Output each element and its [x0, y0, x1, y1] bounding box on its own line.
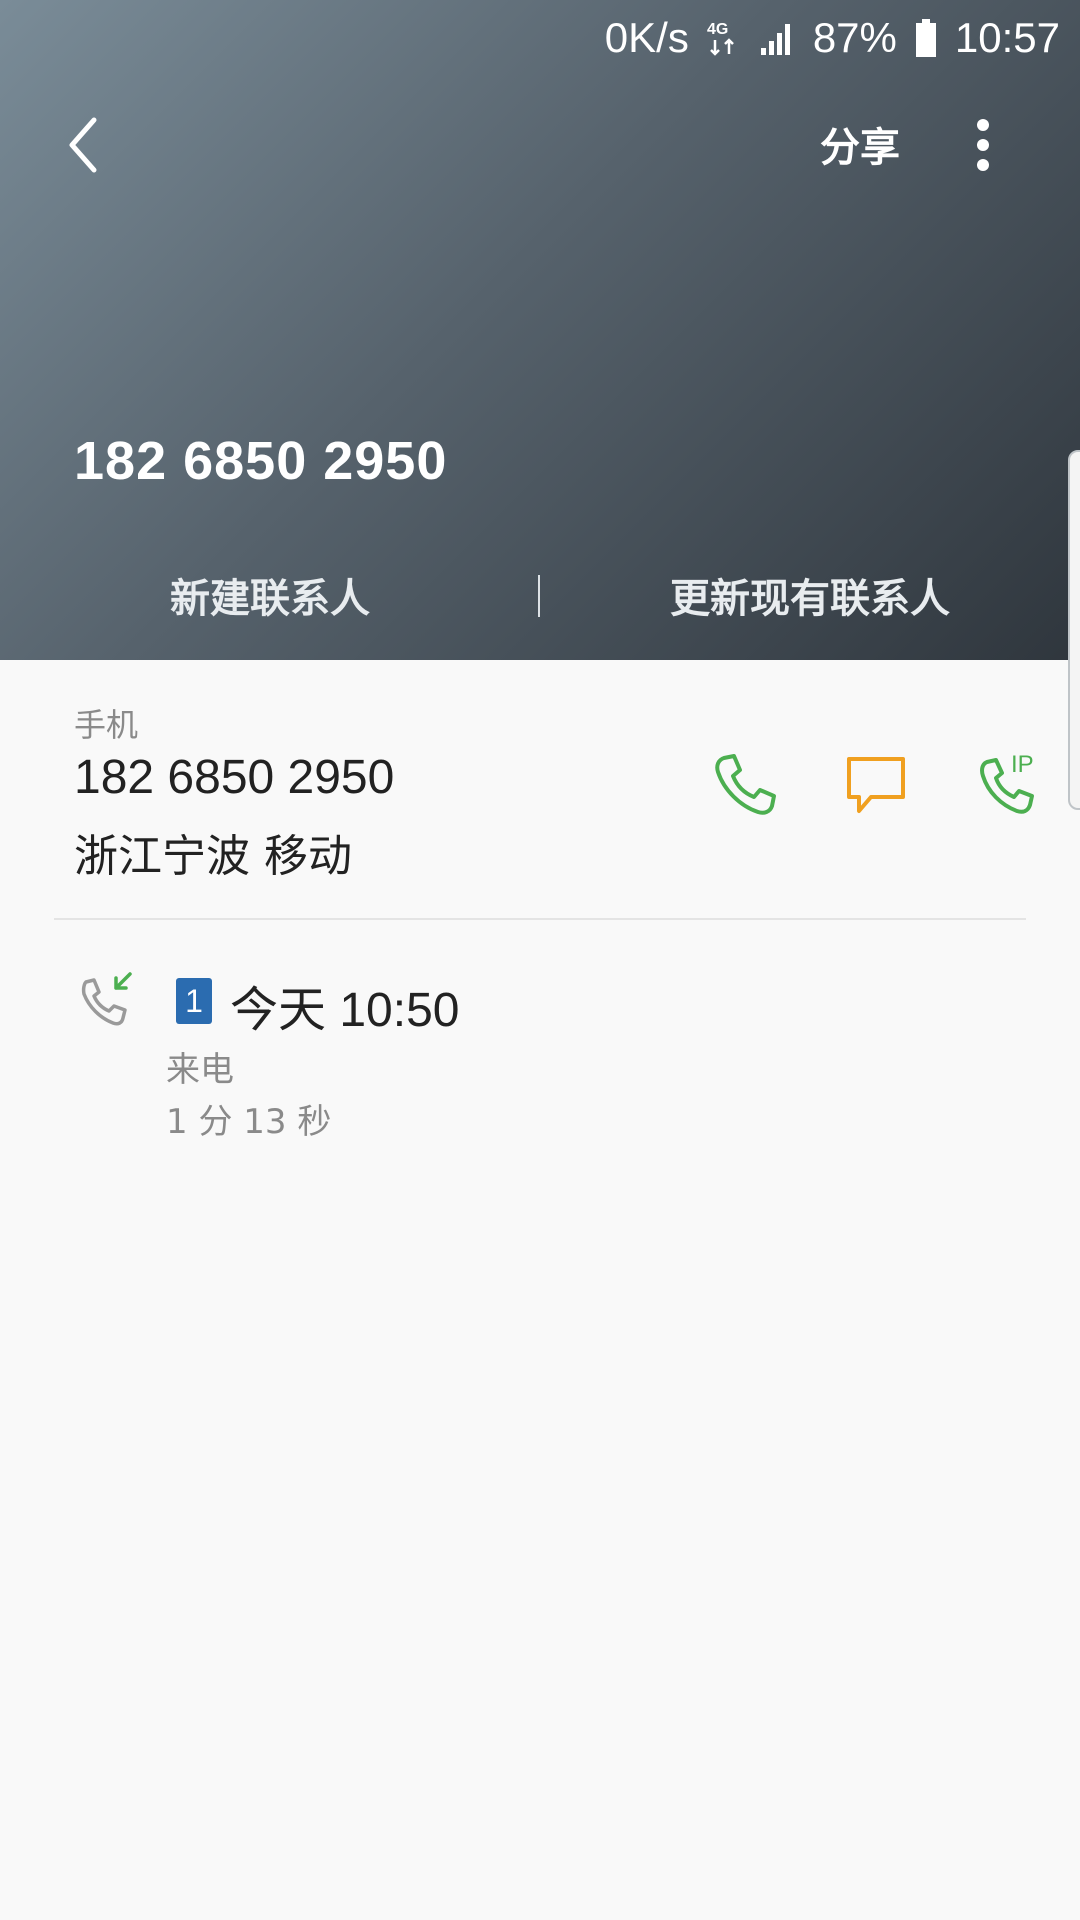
- battery-percent: 87%: [812, 14, 897, 61]
- status-bar: 0K/s 4G 87% 10:57: [605, 10, 1060, 66]
- back-button[interactable]: [60, 110, 130, 180]
- header-actions: 新建联系人 更新现有联系人: [0, 565, 1080, 625]
- ip-phone-icon: IP: [980, 751, 1034, 814]
- phone-number[interactable]: 182 6850 2950: [74, 750, 394, 805]
- call-type: 来电: [166, 1050, 234, 1090]
- number-location: 浙江宁波 移动: [74, 831, 352, 882]
- message-button[interactable]: [845, 755, 907, 821]
- new-contact-button[interactable]: 新建联系人: [0, 566, 540, 624]
- call-button[interactable]: [710, 750, 780, 824]
- share-button[interactable]: 分享: [820, 115, 900, 173]
- more-options-button[interactable]: [955, 105, 1015, 185]
- phone-icon: [715, 754, 776, 815]
- section-divider: [54, 918, 1026, 920]
- signal-icon: [759, 20, 795, 56]
- action-divider: [538, 575, 540, 617]
- clock: 10:57: [954, 14, 1060, 61]
- scroll-handle[interactable]: [1068, 450, 1080, 810]
- back-arrow-icon: [69, 117, 97, 173]
- svg-text:4G: 4G: [707, 21, 728, 38]
- page-title: 182 6850 2950: [74, 431, 448, 491]
- svg-text:IP: IP: [1011, 751, 1034, 778]
- ip-call-button[interactable]: IP: [975, 750, 1045, 824]
- call-duration: 1 分 13 秒: [166, 1102, 332, 1142]
- sim-badge: 1: [176, 978, 212, 1024]
- update-contact-button[interactable]: 更新现有联系人: [540, 566, 1080, 624]
- number-type-label: 手机: [74, 706, 139, 744]
- incoming-call-icon: [78, 970, 138, 1034]
- network-4g-icon: 4G: [707, 18, 741, 58]
- net-speed: 0K/s: [604, 14, 689, 61]
- battery-icon: [915, 18, 937, 58]
- call-date: 今天 10:50: [230, 984, 460, 1037]
- message-icon: [847, 757, 905, 813]
- contact-header: 0K/s 4G 87% 10:57 分享 182 6850 2950 新建联系人…: [0, 0, 1080, 660]
- more-vert-icon: [977, 119, 989, 171]
